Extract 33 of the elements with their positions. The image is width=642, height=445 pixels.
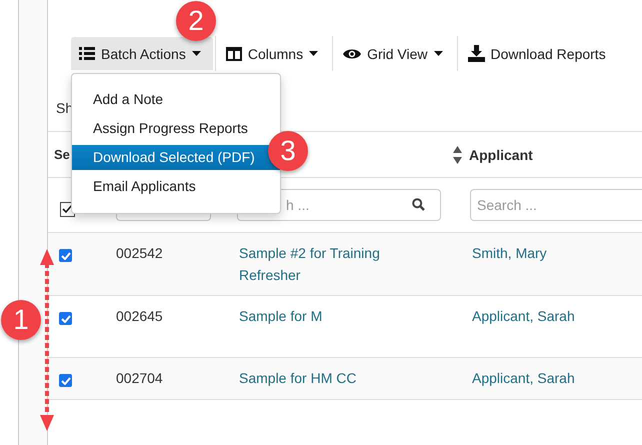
- menu-item[interactable]: Download Selected (PDF): [72, 145, 280, 170]
- list-icon: [79, 47, 95, 60]
- menu-item[interactable]: Add a Note: [72, 85, 280, 114]
- caret-icon: [309, 51, 318, 56]
- sort-icon[interactable]: [453, 146, 462, 164]
- applicant-link[interactable]: Smith, Mary: [461, 242, 547, 264]
- column-header: Applicant: [469, 146, 533, 162]
- step-number-badge: 1: [1, 300, 41, 340]
- row-checkbox[interactable]: [59, 374, 72, 387]
- eye-icon: [343, 48, 362, 60]
- download-icon: [468, 45, 485, 62]
- caret-icon: [434, 51, 443, 56]
- step-number-badge: 2: [176, 1, 216, 41]
- check-icon: [62, 204, 73, 214]
- toolbar-button[interactable]: Download Reports: [460, 37, 618, 70]
- search-icon: [412, 198, 425, 211]
- toolbar-button[interactable]: Columns: [218, 37, 330, 70]
- table-cell-text: 002542: [115, 244, 163, 263]
- row-checkbox[interactable]: [59, 312, 72, 325]
- table-cell-text: 002704: [115, 369, 163, 388]
- caret-icon: [192, 51, 201, 56]
- table-cell-text: 002645: [115, 307, 163, 326]
- title-link[interactable]: Sample #2 for Training Refresher: [228, 242, 409, 286]
- applicant-link[interactable]: Applicant, Sarah: [461, 367, 575, 389]
- column-header: Se: [54, 147, 70, 162]
- search-field[interactable]: Search ...: [470, 189, 642, 221]
- row-checkbox[interactable]: [59, 249, 72, 262]
- applicant-link[interactable]: Applicant, Sarah: [461, 305, 575, 327]
- title-link[interactable]: Sample for HM CC: [228, 367, 356, 389]
- title-link[interactable]: Sample for M: [228, 305, 322, 327]
- toolbar-button[interactable]: Grid View: [335, 37, 455, 70]
- columns-icon: [226, 46, 242, 60]
- toolbar-button[interactable]: Batch Actions: [71, 37, 213, 70]
